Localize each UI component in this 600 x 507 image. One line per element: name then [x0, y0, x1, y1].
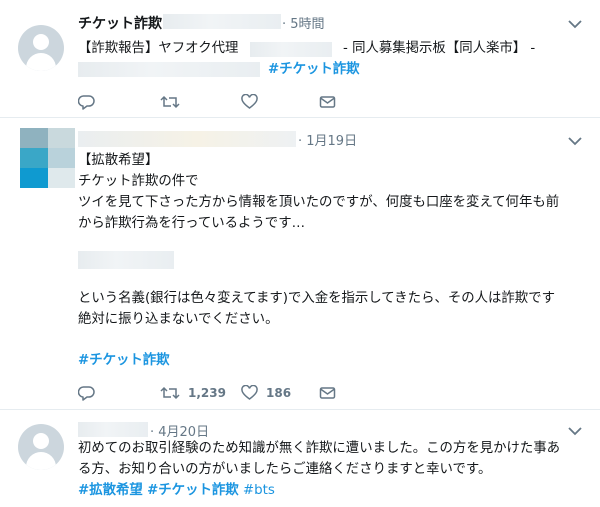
default-avatar-head — [33, 34, 49, 50]
board-name: - 同人募集掲示板【同人楽市】 - — [343, 41, 536, 56]
chevron-down-icon[interactable] — [568, 426, 582, 436]
tweet-time[interactable]: · 1月19日 — [298, 130, 357, 149]
hashtag-link[interactable]: #チケット詐欺 — [268, 62, 360, 77]
retweet-button[interactable]: 1,239 — [160, 383, 226, 403]
tweet-actions — [78, 92, 368, 112]
pixelated-avatar[interactable] — [20, 128, 75, 188]
tweet-text-line: 【詐欺報告】ヤフオク代理 — [78, 38, 238, 59]
envelope-icon — [319, 387, 336, 399]
redacted-link — [78, 62, 260, 77]
tweet[interactable]: チケット詐欺 · 5時間 【詐欺報告】ヤフオク代理 - 同人募集掲示板【同人楽市… — [0, 0, 600, 118]
redacted-account-name — [78, 251, 174, 269]
tweet[interactable]: · 1月19日 【拡散希望】 チケット詐欺の件で ツイを見て下さった方から情報を… — [0, 118, 600, 410]
retweet-icon — [160, 95, 180, 109]
reply-button[interactable] — [78, 383, 95, 403]
tweet-time[interactable]: · 5時間 — [282, 13, 325, 32]
mosaic-cell — [20, 168, 48, 188]
dm-button[interactable] — [319, 92, 336, 112]
timeline: チケット詐欺 · 5時間 【詐欺報告】ヤフオク代理 - 同人募集掲示板【同人楽市… — [0, 0, 600, 507]
reply-icon — [78, 386, 95, 401]
hashtag-link[interactable]: #拡散希望 — [78, 483, 143, 498]
default-avatar-body — [26, 452, 56, 470]
text-line: チケット詐欺の件で — [78, 174, 199, 189]
avatar[interactable] — [18, 25, 64, 71]
mosaic-cell — [20, 148, 48, 168]
hashtag-link[interactable]: #bts — [243, 483, 275, 498]
reply-icon — [78, 95, 95, 110]
tweet-body: 初めてのお取引経験のため知識が無く詐欺に遭いました。この方を見かけた事あ る方、… — [78, 438, 560, 501]
reply-button[interactable] — [78, 92, 95, 112]
text-line: ツイを見て下さった方から情報を頂いたのですが、何度も口座を変えて何年も前 — [78, 195, 560, 210]
envelope-icon — [319, 96, 336, 108]
tweet-actions: 1,239 186 — [78, 383, 368, 403]
time-text: 5時間 — [290, 17, 325, 32]
mosaic-cell — [48, 148, 75, 168]
text-line: から詐欺行為を行っているようです… — [78, 216, 305, 231]
tweet-text-line: - 同人募集掲示板【同人楽市】 - — [343, 38, 535, 59]
default-avatar-body — [26, 53, 56, 71]
heart-icon — [241, 94, 258, 109]
mosaic-cell — [48, 128, 75, 148]
text-line: 絶対に振り込まないでください。 — [78, 312, 279, 327]
tweet-body-continued: という名義(銀行は色々変えてます)で入金を指示してきたら、その人は詐欺です 絶対… — [78, 288, 555, 330]
like-button[interactable] — [241, 92, 258, 112]
redacted-handle — [163, 14, 281, 29]
chevron-down-icon[interactable] — [568, 136, 582, 146]
retweet-count: 1,239 — [188, 386, 226, 400]
chevron-down-icon[interactable] — [568, 19, 582, 29]
author-name[interactable]: チケット詐欺 — [78, 13, 162, 33]
text-line: る方、お知り合いの方がいましたらご連絡くださりますと幸いです。 — [78, 462, 492, 477]
default-avatar-head — [33, 433, 49, 449]
report-title: 【詐欺報告】ヤフオク代理 — [78, 41, 239, 56]
dm-button[interactable] — [319, 383, 336, 403]
avatar[interactable] — [18, 424, 64, 470]
mosaic-cell — [20, 128, 48, 148]
like-count: 186 — [266, 386, 292, 400]
tweet[interactable]: · 4月20日 初めてのお取引経験のため知識が無く詐欺に遭いました。この方を見か… — [0, 410, 600, 507]
text-line: 【拡散希望】 — [78, 153, 159, 168]
redacted-author — [78, 131, 296, 147]
time-text: 1月19日 — [306, 134, 358, 149]
tweet-body: 【拡散希望】 チケット詐欺の件で ツイを見て下さった方から情報を頂いたのですが、… — [78, 150, 559, 234]
tweet-text-line: #チケット詐欺 — [268, 59, 360, 80]
like-button[interactable]: 186 — [241, 383, 291, 403]
text-line: という名義(銀行は色々変えてます)で入金を指示してきたら、その人は詐欺です — [78, 291, 555, 306]
retweet-button[interactable] — [160, 92, 180, 112]
text-line: 初めてのお取引経験のため知識が無く詐欺に遭いました。この方を見かけた事あ — [78, 441, 561, 456]
redacted-text — [250, 42, 332, 57]
heart-icon — [241, 385, 258, 400]
hashtag-link[interactable]: #チケット詐欺 — [78, 353, 170, 368]
redacted-author — [78, 422, 148, 437]
hashtag-link[interactable]: #チケット詐欺 — [147, 483, 239, 498]
tweet-hashtags: #チケット詐欺 — [78, 350, 170, 371]
hashtag-line: #拡散希望 #チケット詐欺 #bts — [78, 480, 560, 501]
mosaic-cell — [48, 168, 75, 188]
retweet-icon — [160, 386, 180, 400]
